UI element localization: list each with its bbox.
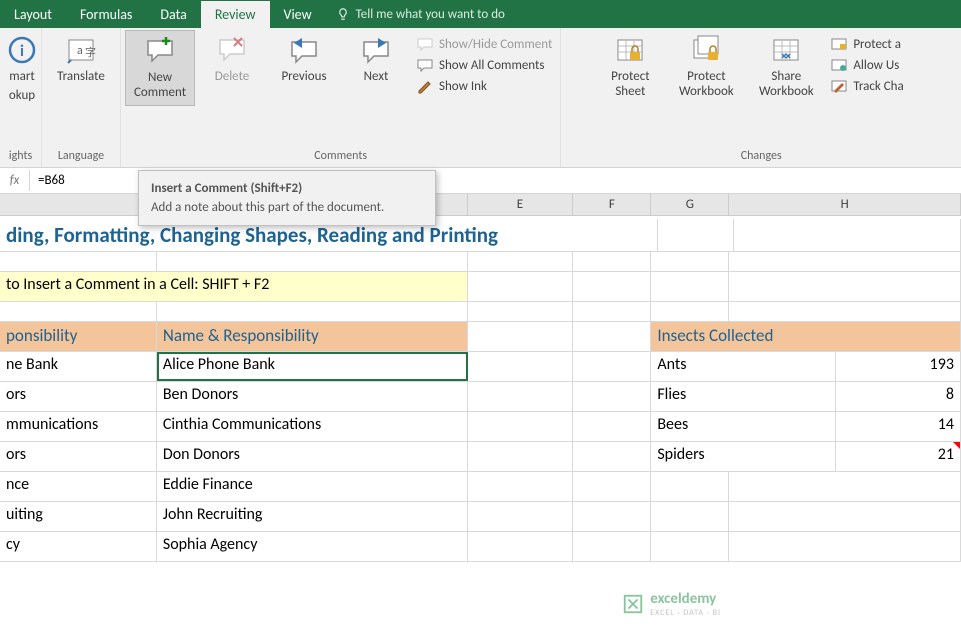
group-label-insights: ights <box>4 147 37 167</box>
previous-label: Previous <box>281 70 326 85</box>
previous-icon <box>288 34 320 66</box>
col-header-e[interactable]: E <box>468 194 574 215</box>
table-row: nce Eddie Finance <box>0 472 961 502</box>
tab-formulas[interactable]: Formulas <box>66 1 146 28</box>
previous-comment-button[interactable]: Previous <box>269 30 339 89</box>
group-label-changes: Changes <box>595 147 957 167</box>
tab-layout[interactable]: Layout <box>0 1 66 28</box>
table-row: uiting John Recruiting <box>0 502 961 532</box>
group-label-comments: Comments <box>125 147 556 167</box>
group-label-language: Language <box>46 147 116 167</box>
table-row: cy Sophia Agency <box>0 532 961 562</box>
protect-sheet-icon <box>614 34 646 66</box>
table-header-row: ponsibility Name & Responsibility Insect… <box>0 322 961 352</box>
protect-share-icon <box>831 36 847 52</box>
next-label: Next <box>364 70 389 85</box>
selected-cell[interactable]: Alice Phone Bank <box>157 352 468 381</box>
share-workbook-button[interactable]: Share Workbook <box>747 30 825 104</box>
share-workbook-icon <box>770 34 802 66</box>
group-insights: i mart okup ights <box>0 28 42 167</box>
svg-text:字: 字 <box>85 45 96 59</box>
col-header-b[interactable] <box>0 194 157 215</box>
svg-text:a: a <box>77 44 83 58</box>
table-row: mmunications Cinthia Communications Bees… <box>0 412 961 442</box>
shortcut-row: to Insert a Comment in a Cell: SHIFT + F… <box>0 272 961 302</box>
protect-sheet-button[interactable]: Protect Sheet <box>595 30 665 104</box>
changes-options: Protect a Allow Us Track Cha <box>827 30 907 94</box>
table-row: ors Ben Donors Flies 8 <box>0 382 961 412</box>
share-workbook-label: Share Workbook <box>759 70 814 100</box>
watermark: exceldemy EXCEL · DATA · BI <box>622 590 721 618</box>
fx-button[interactable]: fx <box>0 170 30 191</box>
svg-text:i: i <box>20 42 24 61</box>
next-comment-button[interactable]: Next <box>341 30 411 89</box>
table-row: ors Don Donors Spiders 21 <box>0 442 961 472</box>
group-changes: Protect Sheet Protect Workbook Share Wor… <box>591 28 961 167</box>
delete-label: Delete <box>215 70 250 85</box>
col-header-f[interactable]: F <box>573 194 651 215</box>
hdr-name-responsibility[interactable]: Name & Responsibility <box>157 322 468 351</box>
info-icon: i <box>6 34 38 66</box>
delete-comment-button: Delete <box>197 30 267 89</box>
protect-workbook-label: Protect Workbook <box>679 70 734 100</box>
protect-sheet-label: Protect Sheet <box>611 70 649 100</box>
ink-icon <box>417 78 433 94</box>
col-header-g[interactable]: G <box>651 194 729 215</box>
smart-label-1: mart <box>9 70 35 85</box>
tab-view[interactable]: View <box>270 1 326 28</box>
group-language: a字 Translate Language <box>42 28 121 167</box>
show-all-comments-button[interactable]: Show All Comments <box>417 57 552 73</box>
tell-me[interactable]: Tell me what you want to do <box>326 7 505 22</box>
col-header-h[interactable]: H <box>729 194 961 215</box>
tooltip-body: Add a note about this part of the docume… <box>151 200 423 215</box>
ribbon: i mart okup ights a字 Translate Language … <box>0 28 961 168</box>
spreadsheet-grid: ding, Formatting, Changing Shapes, Readi… <box>0 216 961 562</box>
allow-users-icon <box>831 57 847 73</box>
translate-icon: a字 <box>65 34 97 66</box>
spacer <box>561 28 591 167</box>
table-row: ne Bank Alice Phone Bank Ants 193 <box>0 352 961 382</box>
hdr-responsibility[interactable]: ponsibility <box>0 322 157 351</box>
show-hide-comment-button: Show/Hide Comment <box>417 36 552 52</box>
new-comment-label: New Comment <box>134 71 186 101</box>
translate-label: Translate <box>57 70 105 85</box>
allow-users-button[interactable]: Allow Us <box>831 57 903 73</box>
showall-icon <box>417 57 433 73</box>
smart-label-2: okup <box>9 89 35 104</box>
next-icon <box>360 34 392 66</box>
protect-workbook-icon <box>690 34 722 66</box>
new-comment-button[interactable]: New Comment <box>125 30 195 106</box>
show-ink-button[interactable]: Show Ink <box>417 78 552 94</box>
track-changes-button[interactable]: Track Cha <box>831 78 903 94</box>
lightbulb-icon <box>336 7 350 21</box>
tab-review[interactable]: Review <box>201 1 270 28</box>
watermark-icon <box>622 593 644 615</box>
shortcut-cell[interactable]: to Insert a Comment in a Cell: SHIFT + F… <box>0 272 468 301</box>
translate-button[interactable]: a字 Translate <box>46 30 116 89</box>
hdr-insects[interactable]: Insects Collected <box>651 322 961 351</box>
smart-lookup-button[interactable]: i mart okup <box>4 30 40 108</box>
tell-me-text: Tell me what you want to do <box>356 7 505 22</box>
tab-data[interactable]: Data <box>146 1 200 28</box>
tooltip-title: Insert a Comment (Shift+F2) <box>151 181 423 196</box>
showhide-icon <box>417 36 433 52</box>
tooltip: Insert a Comment (Shift+F2) Add a note a… <box>138 170 436 226</box>
formula-input[interactable]: =B68 <box>30 173 65 188</box>
delete-comment-icon <box>216 34 248 66</box>
protect-workbook-button[interactable]: Protect Workbook <box>667 30 745 104</box>
ribbon-tabs: Layout Formulas Data Review View Tell me… <box>0 0 961 28</box>
track-changes-icon <box>831 78 847 94</box>
comments-options: Show/Hide Comment Show All Comments Show… <box>413 30 556 94</box>
new-comment-icon <box>144 35 176 67</box>
group-comments: New Comment Delete Previous Next Show/Hi… <box>121 28 561 167</box>
protect-and-share-button[interactable]: Protect a <box>831 36 903 52</box>
